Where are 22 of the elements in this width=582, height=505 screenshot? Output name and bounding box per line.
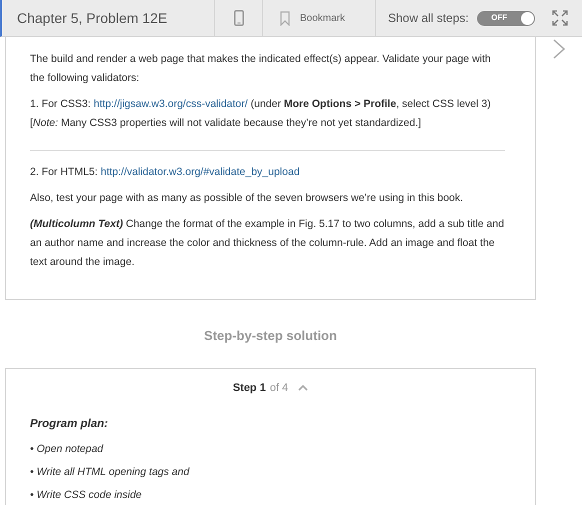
bookmark-icon	[280, 10, 290, 26]
validator-link[interactable]: http://validator.w3.org/#validate_by_upload	[100, 166, 300, 178]
plan-item: • Write all HTML opening tags and	[30, 466, 190, 480]
page-title: Chapter 5, Problem 12E	[17, 8, 168, 28]
problem-text: The build and render a web page that makes the indicated effect(s) appear. Validate your page with the following validators:	[30, 52, 492, 86]
fullscreen-icon[interactable]	[552, 10, 568, 26]
step-header[interactable]: Step 1 of 4	[232, 380, 308, 396]
caret-up-icon	[298, 384, 308, 391]
toggle-switch[interactable]: OFF	[476, 10, 535, 26]
phone-icon[interactable]	[234, 10, 244, 26]
problem-text: (Multicolumn Text) Change the format of the example in Fig. 5.17 to two columns, add a sub title and an author name and increase the color and thickness of the column-rule. Add an image and float the text around the image.	[30, 217, 505, 270]
bookmark-button[interactable]: Bookmark	[263, 0, 376, 36]
chevron-right-icon[interactable]	[553, 39, 565, 59]
problem-text: Also, test your page with as many as possible of the seven browsers we’re using in this book.	[30, 191, 464, 206]
section-heading: Step-by-step solution	[204, 327, 337, 345]
plan-item: • Open notepad	[30, 443, 104, 456]
show-all-steps-label: Show all steps:	[388, 10, 469, 27]
validator-link[interactable]: http://jigsaw.w3.org/css-validator/	[94, 98, 248, 110]
problem-text: 1. For CSS3: http://jigsaw.w3.org/css-validator/ (under More Options > Profile, select CSS level 3) [Note: Many CSS3 properties will not validate because they’re not yet standardized.]	[30, 97, 492, 131]
plan-heading: Program plan:	[30, 417, 109, 432]
problem-text: 2. For HTML5: http://validator.w3.org/#validate_by_upload	[30, 165, 301, 180]
plan-item: • Write CSS code inside	[30, 489, 143, 502]
